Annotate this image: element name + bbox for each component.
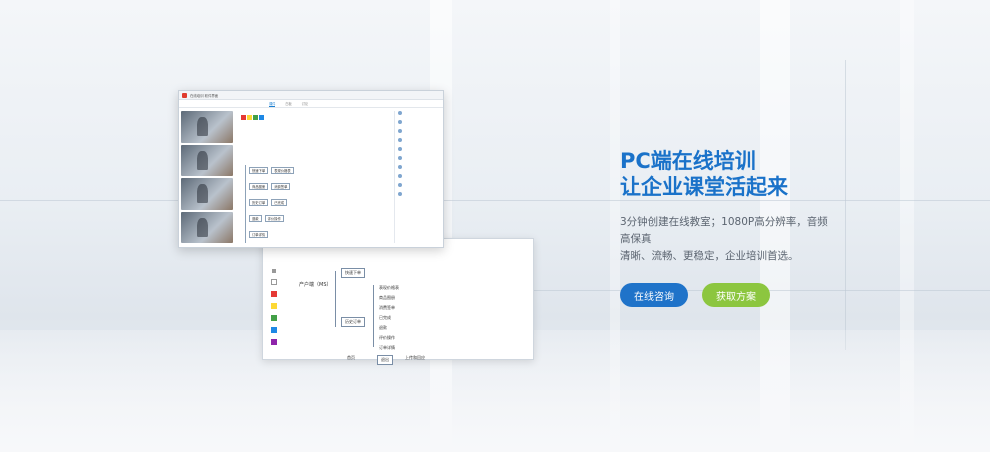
mind-item: 表现价格表 bbox=[379, 285, 399, 290]
tab-bar: 课件 白板 讨论 bbox=[179, 100, 443, 108]
avatar-icon bbox=[398, 165, 402, 169]
avatar-icon bbox=[398, 120, 402, 124]
user-list bbox=[394, 111, 440, 243]
hero-title: PC端在线培训 让企业课堂活起来 bbox=[620, 148, 830, 200]
classroom-window: 在线培训 软件界面 课件 白板 讨论 快速下单 表现价格表 商品图册 消费签单 历史… bbox=[178, 90, 444, 248]
mindmap-toolbar bbox=[267, 269, 281, 345]
mind-root: 产户端（MS） bbox=[299, 282, 332, 288]
hero-description: 3分钟创建在线教室；1080P高分辨率，音频高保真 清晰、流畅、更稳定，企业培训… bbox=[620, 214, 830, 265]
mind-bottom-item: 退出 bbox=[377, 355, 393, 365]
mind-branch: 历史订单 bbox=[341, 317, 365, 327]
avatar-icon bbox=[398, 147, 402, 151]
avatar-icon bbox=[398, 129, 402, 133]
mind-item: 已完成 bbox=[379, 315, 391, 320]
color-purple[interactable] bbox=[271, 339, 277, 345]
avatar-icon bbox=[398, 138, 402, 142]
video-panel bbox=[181, 111, 233, 243]
video-tile[interactable] bbox=[181, 178, 233, 210]
courseware-canvas: 快速下单 表现价格表 商品图册 消费签单 历史订单 已完成 退款 评价操作 订单详情 bbox=[237, 111, 393, 243]
video-tile[interactable] bbox=[181, 211, 233, 243]
color-green[interactable] bbox=[271, 315, 277, 321]
tab-courseware[interactable]: 课件 bbox=[269, 101, 276, 107]
hero-desc-line1: 3分钟创建在线教室；1080P高分辨率，音频高保真 bbox=[620, 216, 828, 245]
consult-button[interactable]: 在线咨询 bbox=[620, 283, 688, 307]
hero-desc-line2: 清晰、流畅、更稳定，企业培训首选。 bbox=[620, 250, 799, 262]
color-blue[interactable] bbox=[271, 327, 277, 333]
hero-title-line2: 让企业课堂活起来 bbox=[620, 175, 788, 199]
color-yellow[interactable] bbox=[271, 303, 277, 309]
get-plan-button[interactable]: 获取方案 bbox=[702, 283, 770, 307]
avatar-icon bbox=[398, 156, 402, 160]
background-scene bbox=[0, 0, 990, 452]
user-list-item[interactable] bbox=[398, 147, 440, 151]
mindmap-window: 产户端（MS） 快速下单 历史订单 表现价格表 商品图册 消费签单 已完成 退款… bbox=[262, 238, 534, 365]
shape-icon[interactable] bbox=[271, 279, 277, 285]
mind-preview-row: 商品图册 消费签单 bbox=[249, 183, 293, 190]
mind-item: 退款 bbox=[379, 325, 387, 330]
hero-title-line1: PC端在线培训 bbox=[620, 149, 756, 173]
mind-item: 订单详情 bbox=[379, 345, 395, 350]
avatar-icon bbox=[398, 192, 402, 196]
user-list-item[interactable] bbox=[398, 138, 440, 142]
avatar-icon bbox=[398, 183, 402, 187]
palette bbox=[241, 115, 265, 121]
mind-preview-row: 退款 评价操作 bbox=[249, 215, 287, 222]
mind-preview-row: 快速下单 表现价格表 bbox=[249, 167, 297, 174]
color-red[interactable] bbox=[271, 291, 277, 297]
video-tile[interactable] bbox=[181, 144, 233, 176]
window-titlebar: 在线培训 软件界面 bbox=[179, 91, 443, 100]
avatar-icon bbox=[398, 174, 402, 178]
user-list-item[interactable] bbox=[398, 192, 440, 196]
user-list-item[interactable] bbox=[398, 156, 440, 160]
mind-bottom-item: 上传和回应 bbox=[405, 355, 425, 360]
hero-buttons: 在线咨询 获取方案 bbox=[620, 283, 830, 307]
user-list-item[interactable] bbox=[398, 129, 440, 133]
mind-branch: 快速下单 bbox=[341, 268, 365, 278]
mind-item: 评价操作 bbox=[379, 335, 395, 340]
pen-icon[interactable] bbox=[272, 269, 276, 273]
user-list-item[interactable] bbox=[398, 183, 440, 187]
tab-discussion[interactable]: 讨论 bbox=[302, 101, 308, 106]
mind-preview-row: 历史订单 已完成 bbox=[249, 199, 290, 206]
video-tile[interactable] bbox=[181, 111, 233, 143]
mind-preview-row: 订单详情 bbox=[249, 231, 271, 238]
app-logo-icon bbox=[182, 92, 187, 98]
user-list-item[interactable] bbox=[398, 120, 440, 124]
user-list-item[interactable] bbox=[398, 174, 440, 178]
hero-section: PC端在线培训 让企业课堂活起来 3分钟创建在线教室；1080P高分辨率，音频高… bbox=[620, 148, 830, 307]
user-list-item[interactable] bbox=[398, 111, 440, 115]
mind-item: 商品图册 bbox=[379, 295, 395, 300]
user-list-item[interactable] bbox=[398, 165, 440, 169]
mindmap-canvas: 产户端（MS） 快速下单 历史订单 表现价格表 商品图册 消费签单 已完成 退款… bbox=[287, 245, 529, 365]
tab-whiteboard[interactable]: 白板 bbox=[285, 101, 291, 106]
mind-bottom-branch: 首页 bbox=[347, 355, 355, 360]
avatar-icon bbox=[398, 111, 402, 115]
window-title: 在线培训 软件界面 bbox=[190, 93, 219, 98]
mind-item: 消费签单 bbox=[379, 305, 395, 310]
